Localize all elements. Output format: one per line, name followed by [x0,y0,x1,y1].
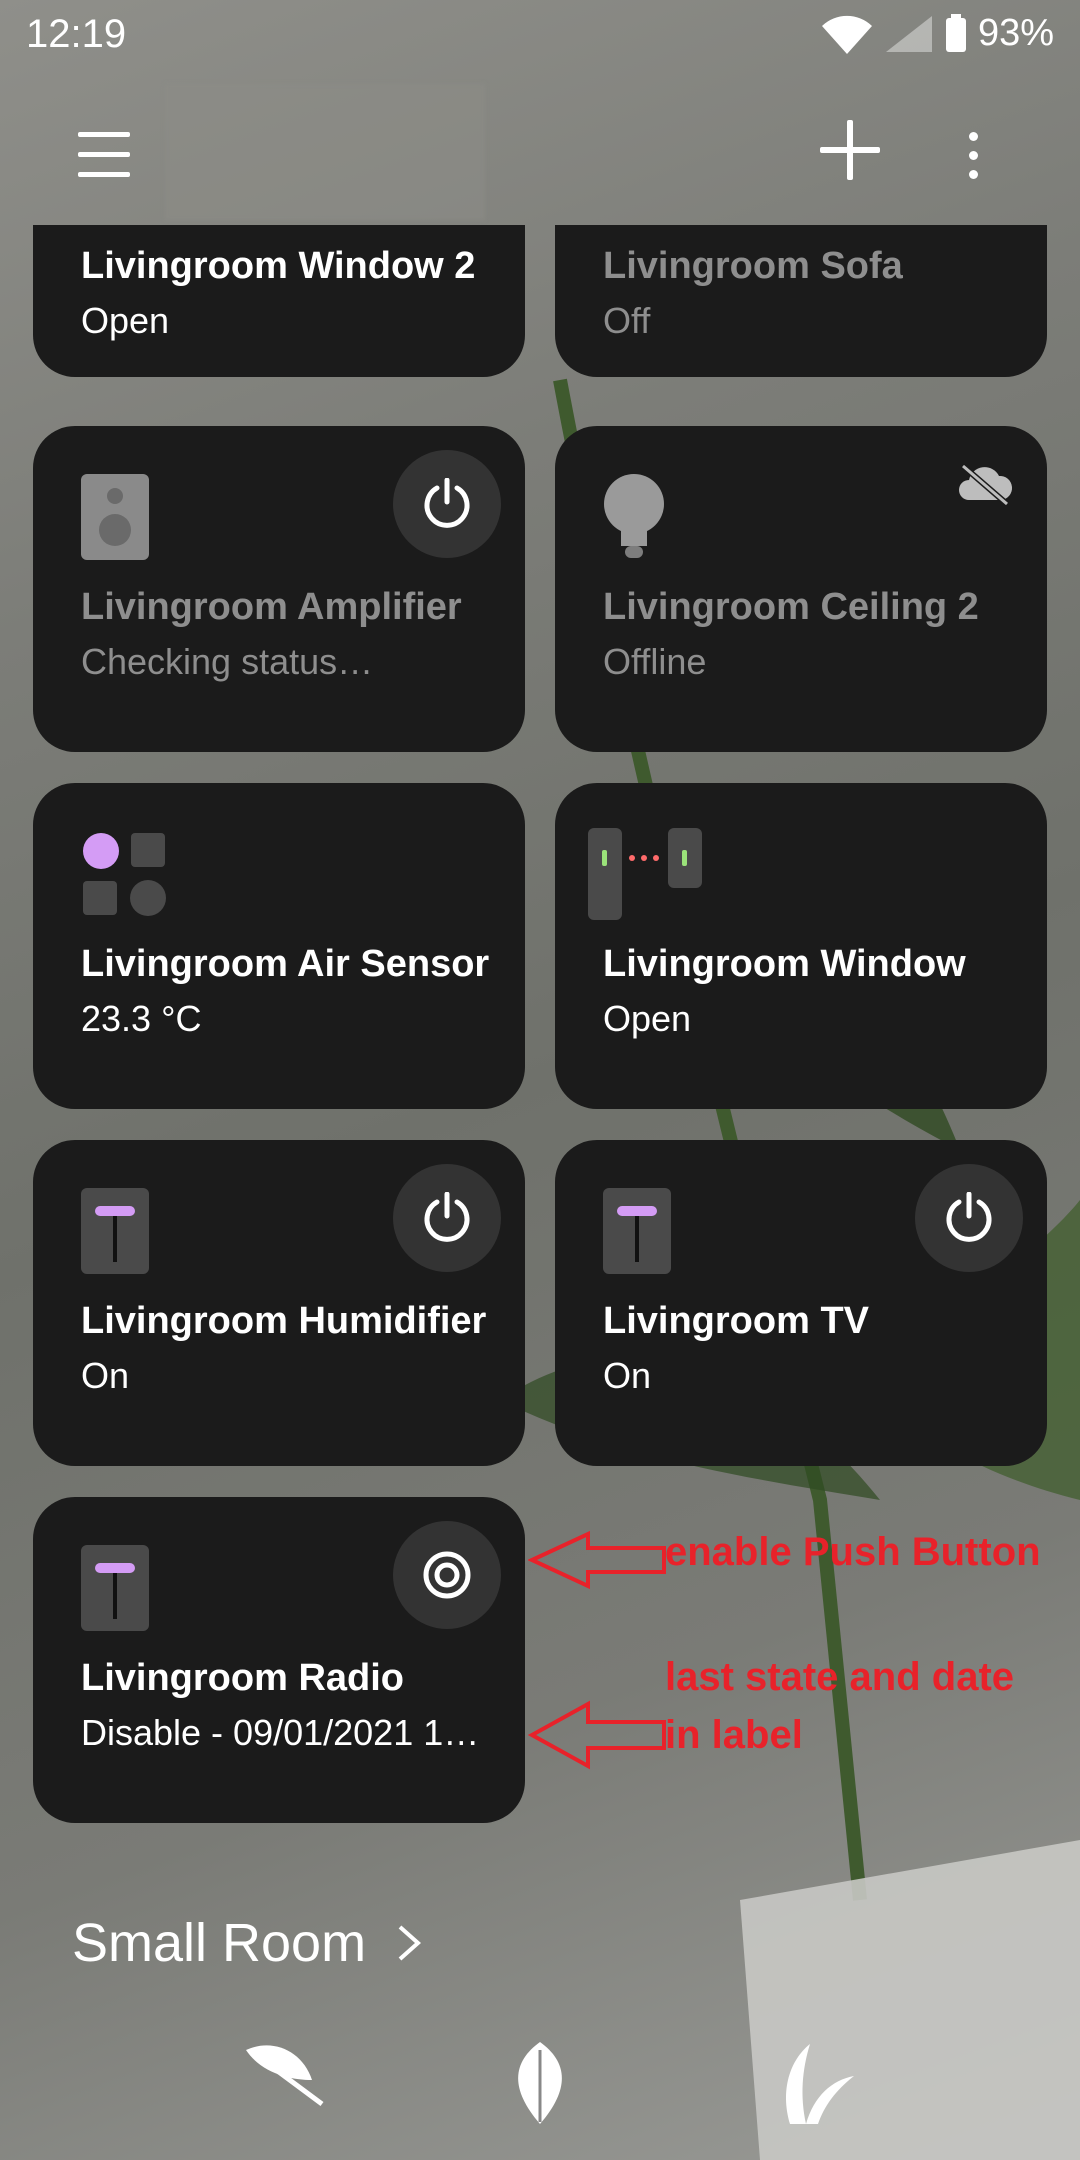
card-status: Offline [603,641,707,682]
annotation-push-button: enable Push Button [665,1530,1041,1574]
wifi-icon [821,15,872,54]
push-button[interactable] [393,1521,501,1629]
card-title: Livingroom Amplifier [81,586,462,628]
leaf-monstera-icon[interactable] [505,2040,575,2126]
add-icon[interactable] [820,120,880,180]
section-title: Small Room [72,1913,367,1973]
section-header-small-room[interactable]: Small Room [72,1912,422,1974]
power-button[interactable] [393,450,501,558]
device-card-livingroom-window-2[interactable]: Livingroom Window 2 Open [33,225,525,377]
card-title: Livingroom Sofa [603,245,903,287]
status-icons: 93% [820,12,1054,55]
bulb-icon [604,474,664,558]
card-status: 23.3 °C [81,998,202,1039]
power-icon [424,1192,470,1242]
power-icon [946,1192,992,1242]
push-button-icon [423,1551,471,1599]
card-title: Livingroom Humidifier [81,1300,487,1342]
more-vert-icon[interactable] [963,132,983,186]
card-title: Livingroom Window [603,943,966,985]
card-status: Off [603,300,651,341]
annotation-arrow-icon [528,1700,666,1770]
redacted-title [165,84,485,220]
card-title: Livingroom TV [603,1300,869,1342]
smart-plug-icon [81,1545,149,1631]
card-status: Open [81,300,170,341]
power-button[interactable] [393,1164,501,1272]
device-card-livingroom-amplifier[interactable]: Livingroom Amplifier Checking status… [33,426,525,752]
device-card-livingroom-humidifier[interactable]: Livingroom Humidifier On [33,1140,525,1466]
air-sensor-icon [83,833,166,916]
smart-plug-icon [603,1188,671,1274]
cellular-signal-icon [885,15,932,52]
device-card-livingroom-radio[interactable]: Livingroom Radio Disable - 09/01/2021 12… [33,1497,525,1823]
card-status: Checking status… [81,641,374,682]
window-sensor-icon [588,828,702,920]
card-title: Livingroom Air Sensor [81,943,490,985]
status-bar: 12:19 93% [0,0,1080,72]
status-time: 12:19 [26,12,127,56]
device-card-livingroom-ceiling-2[interactable]: Livingroom Ceiling 2 Offline [555,426,1047,752]
chevron-right-icon [398,1925,422,1961]
device-card-livingroom-sofa[interactable]: Livingroom Sofa Off [555,225,1047,377]
card-title: Livingroom Radio [81,1657,404,1699]
leaf-palm-icon[interactable] [770,2040,856,2126]
device-card-livingroom-window[interactable]: Livingroom Window Open [555,783,1047,1109]
power-button[interactable] [915,1164,1023,1272]
device-card-livingroom-air-sensor[interactable]: Livingroom Air Sensor 23.3 °C [33,783,525,1109]
power-icon [424,478,470,528]
annotation-label-line2: in label [665,1713,803,1757]
card-title: Livingroom Window 2 [81,245,476,287]
annotation-label-line1: last state and date [665,1655,1015,1699]
cloud-off-icon [959,463,1013,506]
leaf-feather-icon[interactable] [242,2040,326,2110]
smart-plug-icon [81,1188,149,1274]
app-bar [0,84,1080,220]
battery-percent: 93% [977,12,1054,54]
annotation-label: last state and date in label [665,1648,1014,1764]
card-status: Disable - 09/01/2021 12:00 [81,1712,491,1753]
card-status: On [81,1355,130,1396]
menu-icon[interactable] [78,132,130,180]
card-status: Open [603,998,692,1039]
card-status: On [603,1355,652,1396]
battery-icon [945,13,966,52]
speaker-icon [81,474,149,560]
card-title: Livingroom Ceiling 2 [603,586,979,628]
device-card-livingroom-tv[interactable]: Livingroom TV On [555,1140,1047,1466]
bottom-navigation [0,2040,1080,2140]
annotation-arrow-icon [528,1530,666,1590]
